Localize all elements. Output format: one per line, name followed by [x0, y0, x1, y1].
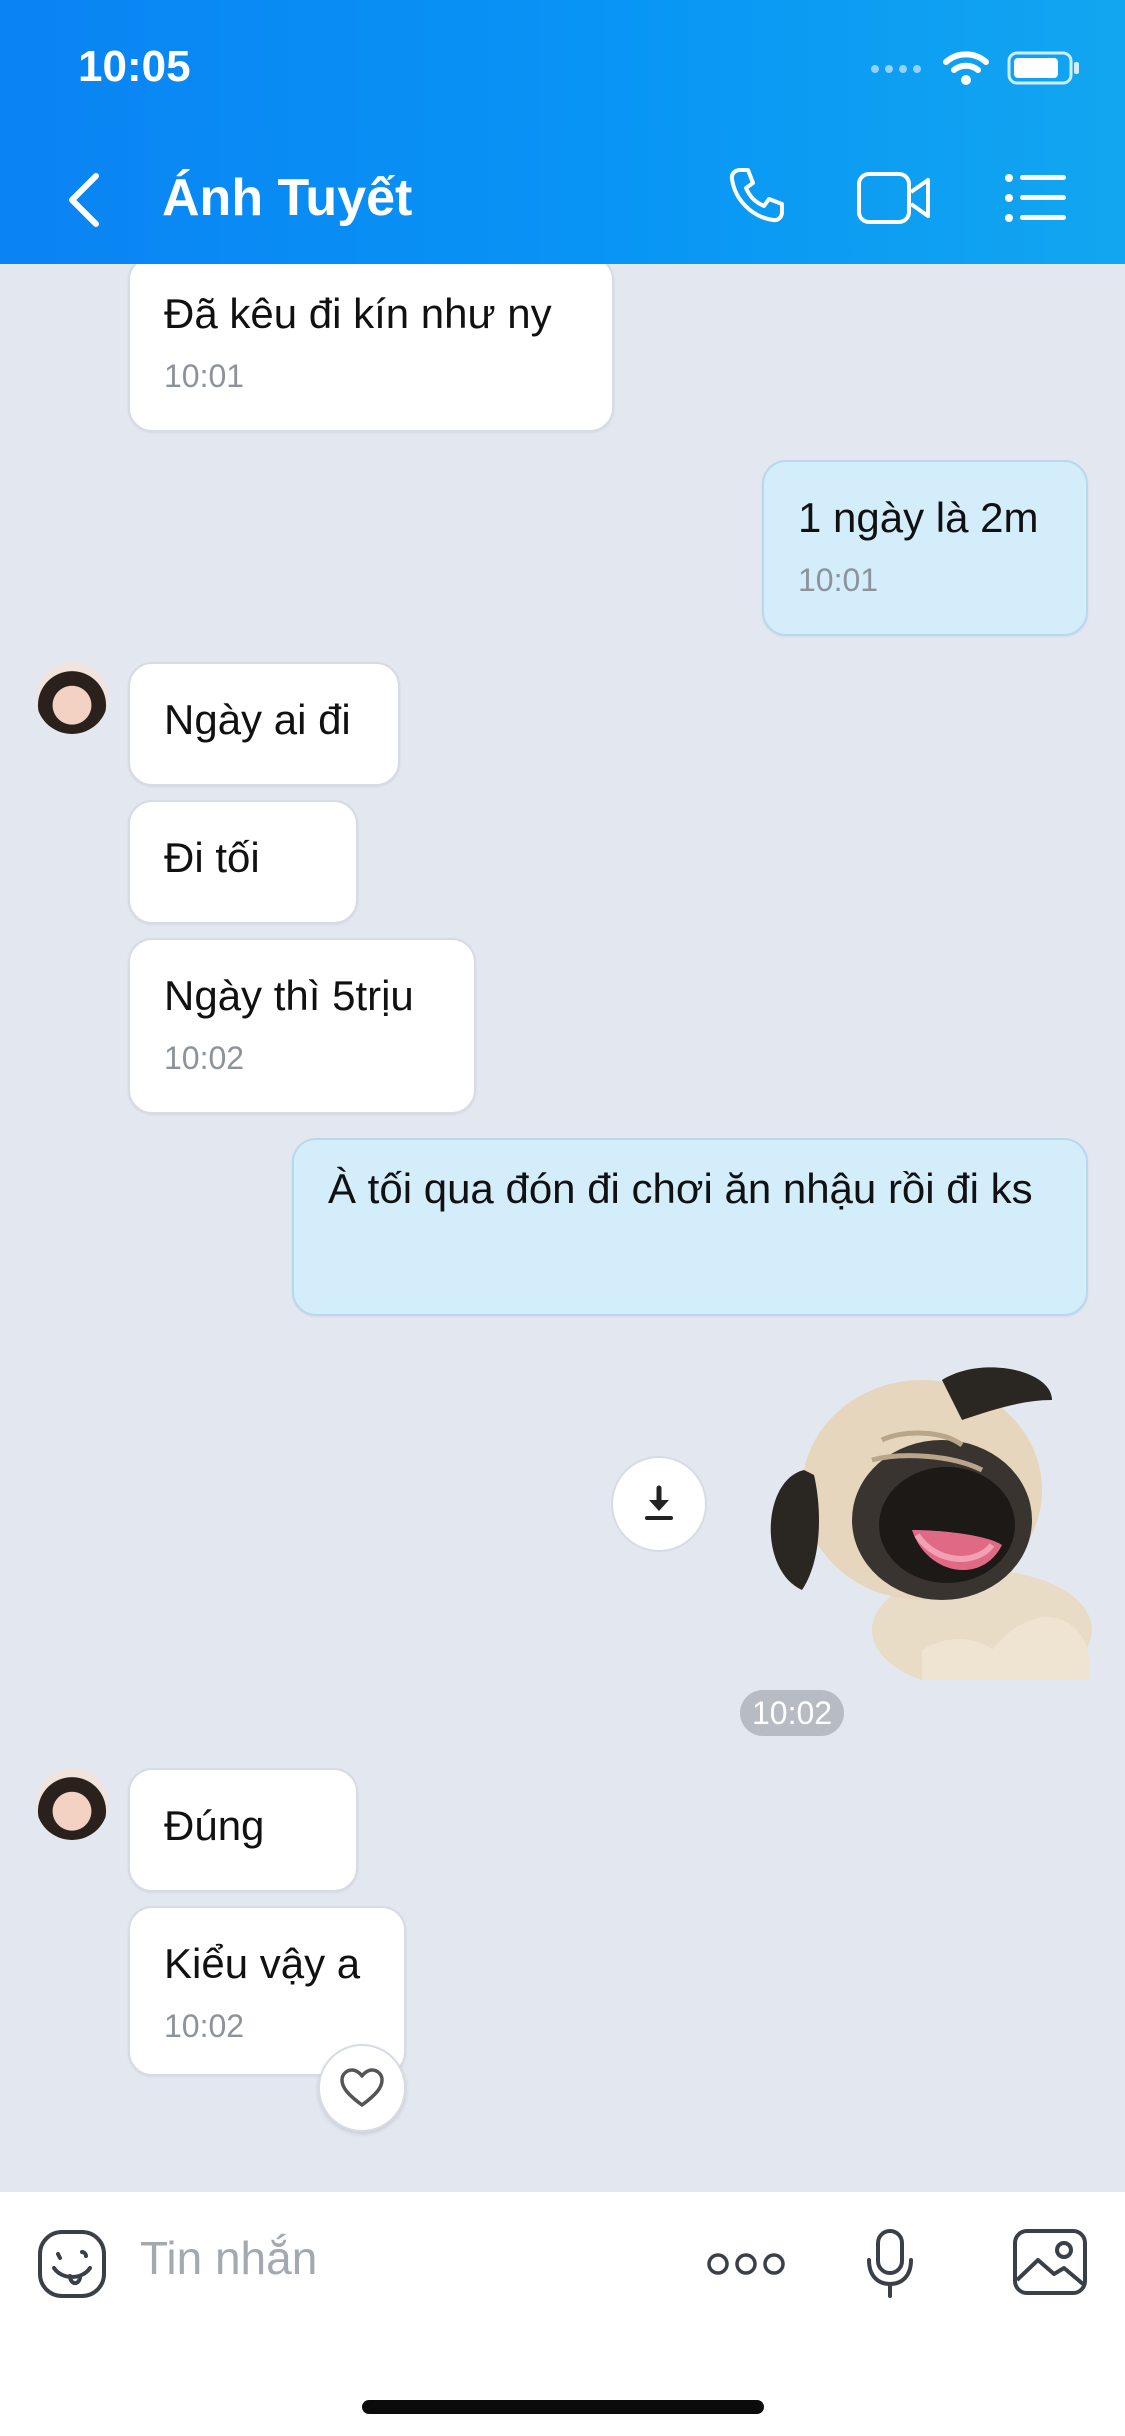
message-text: Ngày ai đi	[164, 696, 351, 743]
emoji-icon[interactable]	[36, 2228, 108, 2300]
status-indicators	[869, 50, 1081, 86]
battery-icon	[1007, 51, 1079, 85]
message-time: 10:02	[164, 2008, 245, 2044]
react-button[interactable]	[318, 2044, 406, 2132]
message-text: Đi tối	[164, 834, 260, 881]
message-time: 10:02	[164, 1040, 245, 1076]
microphone-icon[interactable]	[864, 2228, 916, 2300]
signal-icon	[871, 65, 921, 73]
contact-name[interactable]: Ánh Tuyết	[162, 168, 412, 228]
message-text: Kiểu vậy a	[164, 1940, 361, 1987]
message-text: 1 ngày là 2m	[798, 494, 1039, 541]
message-text: À tối qua đón đi chơi ăn nhậu rồi đi ks	[328, 1165, 1033, 1212]
message-bubble-incoming[interactable]: Đúng	[128, 1768, 358, 1892]
download-icon	[645, 1485, 673, 1520]
wifi-icon	[943, 51, 989, 85]
laughing-pug-sticker[interactable]	[752, 1360, 1092, 1680]
message-bubble-incoming[interactable]: Ngày ai đi	[128, 662, 400, 786]
message-time: 10:01	[164, 358, 245, 394]
message-bubble-outgoing[interactable]: À tối qua đón đi chơi ăn nhậu rồi đi ks	[292, 1138, 1088, 1316]
chevron-left-icon[interactable]	[60, 168, 110, 232]
message-input[interactable]	[140, 2228, 660, 2288]
message-bubble-outgoing[interactable]: 1 ngày là 2m 10:01	[762, 460, 1088, 636]
message-bubble-incoming[interactable]: Đi tối	[128, 800, 358, 924]
video-camera-icon[interactable]	[856, 170, 932, 226]
home-indicator	[362, 2400, 764, 2414]
chat-header: 10:05 Ánh Tuyết	[0, 0, 1125, 264]
download-button[interactable]	[611, 1456, 707, 1552]
heart-icon	[340, 2068, 384, 2107]
list-menu-icon[interactable]	[1004, 172, 1068, 224]
message-text: Đúng	[164, 1802, 265, 1849]
phone-icon[interactable]	[726, 164, 788, 226]
message-list[interactable]: Đã kêu đi kín như ny 10:01 1 ngày là 2m …	[0, 264, 1125, 2192]
message-text: Đã kêu đi kín như ny	[164, 290, 552, 337]
avatar[interactable]	[36, 662, 108, 734]
message-bubble-incoming[interactable]: Ngày thì 5trịu 10:02	[128, 938, 476, 1114]
message-time: 10:01	[798, 562, 879, 598]
sticker-time: 10:02	[740, 1690, 845, 1736]
message-bubble-incoming[interactable]: Đã kêu đi kín như ny 10:01	[128, 264, 614, 432]
more-dots-icon[interactable]	[706, 2250, 786, 2278]
status-time: 10:05	[78, 42, 191, 91]
message-text: Ngày thì 5trịu	[164, 972, 414, 1019]
avatar[interactable]	[36, 1768, 108, 1840]
image-icon[interactable]	[1012, 2228, 1088, 2296]
